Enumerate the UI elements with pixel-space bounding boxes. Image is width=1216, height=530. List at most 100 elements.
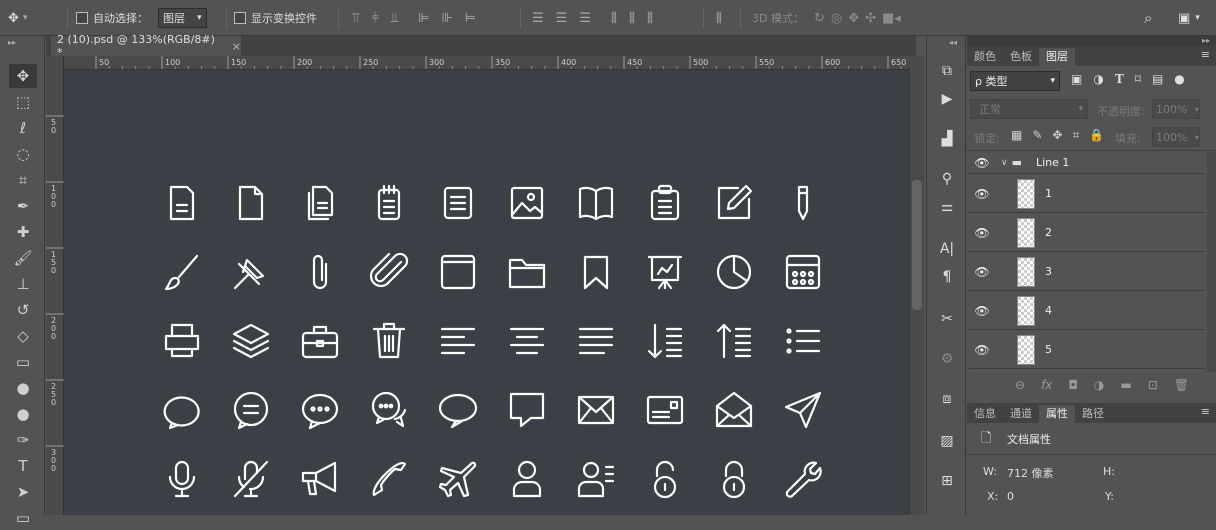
move-tool[interactable]: ✥ bbox=[9, 64, 37, 88]
eyedropper-tool[interactable]: ✒ bbox=[9, 194, 37, 218]
roll-3d-icon[interactable]: ◎ bbox=[831, 11, 842, 26]
layer-row[interactable]: 👁 5 bbox=[969, 331, 1205, 369]
visibility-eye-icon[interactable]: 👁 bbox=[969, 156, 995, 170]
mask-icon[interactable]: ◘ bbox=[1068, 378, 1078, 392]
auto-select-dropdown[interactable]: 图层 ▾ bbox=[158, 8, 207, 28]
history-icon[interactable]: ⧉ bbox=[935, 60, 959, 82]
stamp-tool[interactable]: ⊥ bbox=[9, 272, 37, 296]
tab-paths[interactable]: 路径 bbox=[1075, 405, 1111, 423]
x-value[interactable]: 0 bbox=[1007, 490, 1014, 503]
character-icon[interactable]: A| bbox=[935, 238, 959, 260]
layer-group-row[interactable]: 👁 ∨ ▬ Line 1 bbox=[969, 152, 1205, 174]
blend-mode-dropdown[interactable]: 正常 ▾ bbox=[970, 99, 1088, 119]
align-right-icon[interactable]: ⊨ bbox=[465, 11, 476, 26]
panel-menu-icon[interactable]: ≡ bbox=[1201, 48, 1210, 61]
distribute-bottom-icon[interactable]: ☰ bbox=[579, 11, 591, 26]
visibility-eye-icon[interactable]: 👁 bbox=[969, 187, 995, 201]
smart-object-filter-icon[interactable]: ▤ bbox=[1152, 72, 1163, 86]
adjustments-icon[interactable]: ⚌ bbox=[935, 196, 959, 218]
paragraph-icon[interactable]: ¶ bbox=[935, 266, 959, 288]
layer-row[interactable]: 👁 3 bbox=[969, 253, 1205, 291]
collapse-icon[interactable]: ◂◂ bbox=[949, 38, 957, 47]
histogram-icon[interactable]: ▟ bbox=[935, 128, 959, 150]
slide-3d-icon[interactable]: ✣ bbox=[865, 11, 876, 26]
distribute-left-icon[interactable]: ⫼ bbox=[611, 11, 617, 26]
collapse-icon[interactable]: ▸▸ bbox=[8, 38, 16, 47]
align-top-icon[interactable]: ⫪ bbox=[352, 11, 359, 26]
eraser-tool[interactable]: ◇ bbox=[9, 324, 37, 348]
actions-play-icon[interactable]: ▶ bbox=[935, 88, 959, 110]
rotate-3d-icon[interactable]: ↻ bbox=[814, 11, 825, 26]
pen-tool[interactable]: ✑ bbox=[9, 428, 37, 452]
lock-transparent-icon[interactable]: ▦ bbox=[1011, 128, 1022, 143]
distribute-top-icon[interactable]: ☰ bbox=[532, 11, 544, 26]
history-brush-tool[interactable]: ↺ bbox=[9, 298, 37, 322]
shape-filter-icon[interactable]: ⌑ bbox=[1135, 72, 1141, 86]
type-tool[interactable]: T bbox=[9, 454, 37, 478]
healing-brush-tool[interactable]: ✚ bbox=[9, 220, 37, 244]
align-bottom-icon[interactable]: ⫫ bbox=[391, 11, 398, 26]
trash-icon[interactable]: 🗑 bbox=[1174, 378, 1189, 392]
show-transform-checkbox[interactable]: 显示变换控件 bbox=[234, 0, 317, 36]
crop-tool[interactable]: ⌗ bbox=[9, 168, 37, 192]
visibility-eye-icon[interactable]: 👁 bbox=[969, 304, 995, 318]
collapse-icon[interactable]: ▸▸ bbox=[1202, 36, 1210, 45]
align-vcenter-icon[interactable]: ⫩ bbox=[371, 11, 378, 26]
document-canvas[interactable] bbox=[64, 70, 910, 515]
distribute-vcenter-icon[interactable]: ☰ bbox=[556, 11, 568, 26]
lock-artboard-icon[interactable]: ⌗ bbox=[1072, 128, 1079, 143]
filter-toggle-icon[interactable]: ● bbox=[1174, 72, 1184, 86]
quick-select-tool[interactable]: ◌ bbox=[9, 142, 37, 166]
visibility-eye-icon[interactable]: 👁 bbox=[969, 226, 995, 240]
fx-icon[interactable]: fx bbox=[1041, 378, 1052, 392]
panel-menu-icon[interactable]: ≡ bbox=[1201, 405, 1210, 418]
brush-settings-icon[interactable]: ⚲ bbox=[935, 168, 959, 190]
adjustment-filter-icon[interactable]: ◑ bbox=[1093, 72, 1103, 86]
visibility-eye-icon[interactable]: 👁 bbox=[969, 265, 995, 279]
adjustment-layer-icon[interactable]: ◑ bbox=[1094, 378, 1104, 392]
layer-row[interactable]: 👁 2 bbox=[969, 214, 1205, 252]
tab-swatches[interactable]: 色板 bbox=[1003, 48, 1039, 66]
blur-tool[interactable]: ● bbox=[9, 376, 37, 400]
grid-icon[interactable]: ⊞ bbox=[935, 470, 959, 492]
document-tab[interactable]: 2 (10).psd @ 133%(RGB/8#) * × bbox=[51, 33, 241, 59]
visibility-eye-icon[interactable]: 👁 bbox=[969, 343, 995, 357]
fill-input[interactable]: 100% ▾ bbox=[1152, 127, 1200, 147]
scrollbar-thumb[interactable] bbox=[912, 180, 922, 310]
align-left-icon[interactable]: ⊫ bbox=[418, 11, 429, 26]
link-icon[interactable]: ⊖ bbox=[1015, 378, 1025, 392]
auto-align-button[interactable]: ⫼ bbox=[716, 0, 722, 36]
shape-tool[interactable]: ▭ bbox=[9, 506, 37, 530]
video-camera-icon[interactable]: ■◂ bbox=[882, 11, 901, 26]
pixel-filter-icon[interactable]: ▣ bbox=[1071, 72, 1082, 86]
align-hcenter-icon[interactable]: ⊪ bbox=[441, 11, 452, 26]
drag-3d-icon[interactable]: ✥ bbox=[848, 11, 859, 26]
close-tab-icon[interactable]: × bbox=[232, 40, 241, 53]
search-button[interactable]: ⌕ bbox=[1144, 0, 1152, 36]
workspace-button[interactable]: ▣ ▾ bbox=[1178, 0, 1200, 36]
marquee-tool[interactable]: ⬚ bbox=[9, 90, 37, 114]
move-tool-preset[interactable]: ✥ ▾ bbox=[8, 0, 27, 36]
tool-presets-icon[interactable]: ✂ bbox=[935, 308, 959, 330]
layer-filter-dropdown[interactable]: ρ 类型 ▾ bbox=[970, 71, 1060, 91]
tab-layers[interactable]: 图层 bbox=[1039, 48, 1075, 66]
tab-info[interactable]: 信息 bbox=[967, 405, 1003, 423]
checkbox[interactable] bbox=[234, 12, 246, 24]
layers-scrollbar[interactable] bbox=[1207, 152, 1216, 372]
distribute-right-icon[interactable]: ⫼ bbox=[647, 11, 653, 26]
width-value[interactable]: 712 像素 bbox=[1007, 465, 1054, 481]
path-select-tool[interactable]: ➤ bbox=[9, 480, 37, 504]
lock-pixels-icon[interactable]: ✎ bbox=[1032, 128, 1042, 143]
distribute-hcenter-icon[interactable]: ⫼ bbox=[629, 11, 635, 26]
type-filter-icon[interactable]: T bbox=[1115, 72, 1124, 86]
gradient-tool[interactable]: ▭ bbox=[9, 350, 37, 374]
checkbox[interactable] bbox=[76, 12, 88, 24]
clone-source-icon[interactable]: ⚙ bbox=[935, 348, 959, 370]
layer-row[interactable]: 👁 1 bbox=[969, 175, 1205, 213]
brush-tool[interactable]: 🖌 bbox=[9, 246, 37, 270]
lock-all-icon[interactable]: 🔒 bbox=[1089, 128, 1104, 143]
opacity-input[interactable]: 100% ▾ bbox=[1152, 99, 1200, 119]
tab-properties[interactable]: 属性 bbox=[1039, 405, 1075, 423]
swatch-icon[interactable]: ▨ bbox=[935, 430, 959, 452]
tab-channels[interactable]: 通道 bbox=[1003, 405, 1039, 423]
